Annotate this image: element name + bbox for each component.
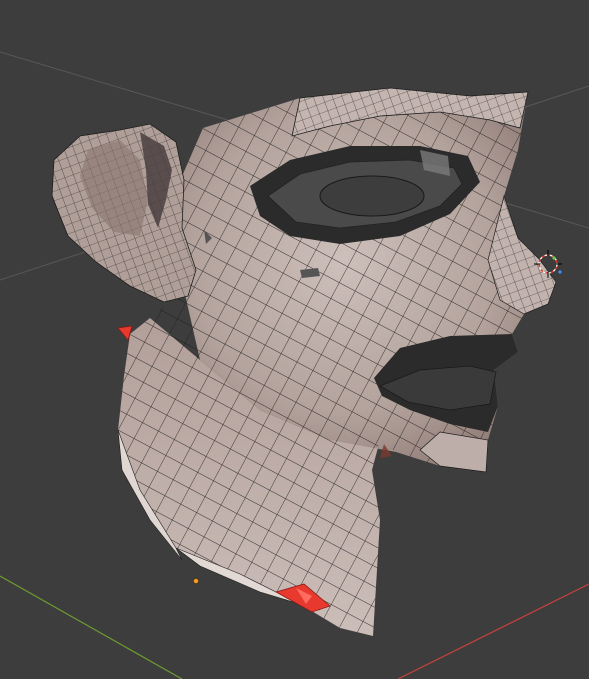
- viewport-canvas[interactable]: [0, 0, 589, 679]
- head-mesh[interactable]: [51, 80, 580, 660]
- 3d-viewport[interactable]: [0, 0, 589, 679]
- eye-hole: [319, 175, 425, 217]
- y-axis-line: [0, 575, 183, 679]
- ear: [51, 123, 197, 303]
- object-origin-icon[interactable]: [193, 578, 199, 584]
- x-axis-line: [397, 583, 589, 679]
